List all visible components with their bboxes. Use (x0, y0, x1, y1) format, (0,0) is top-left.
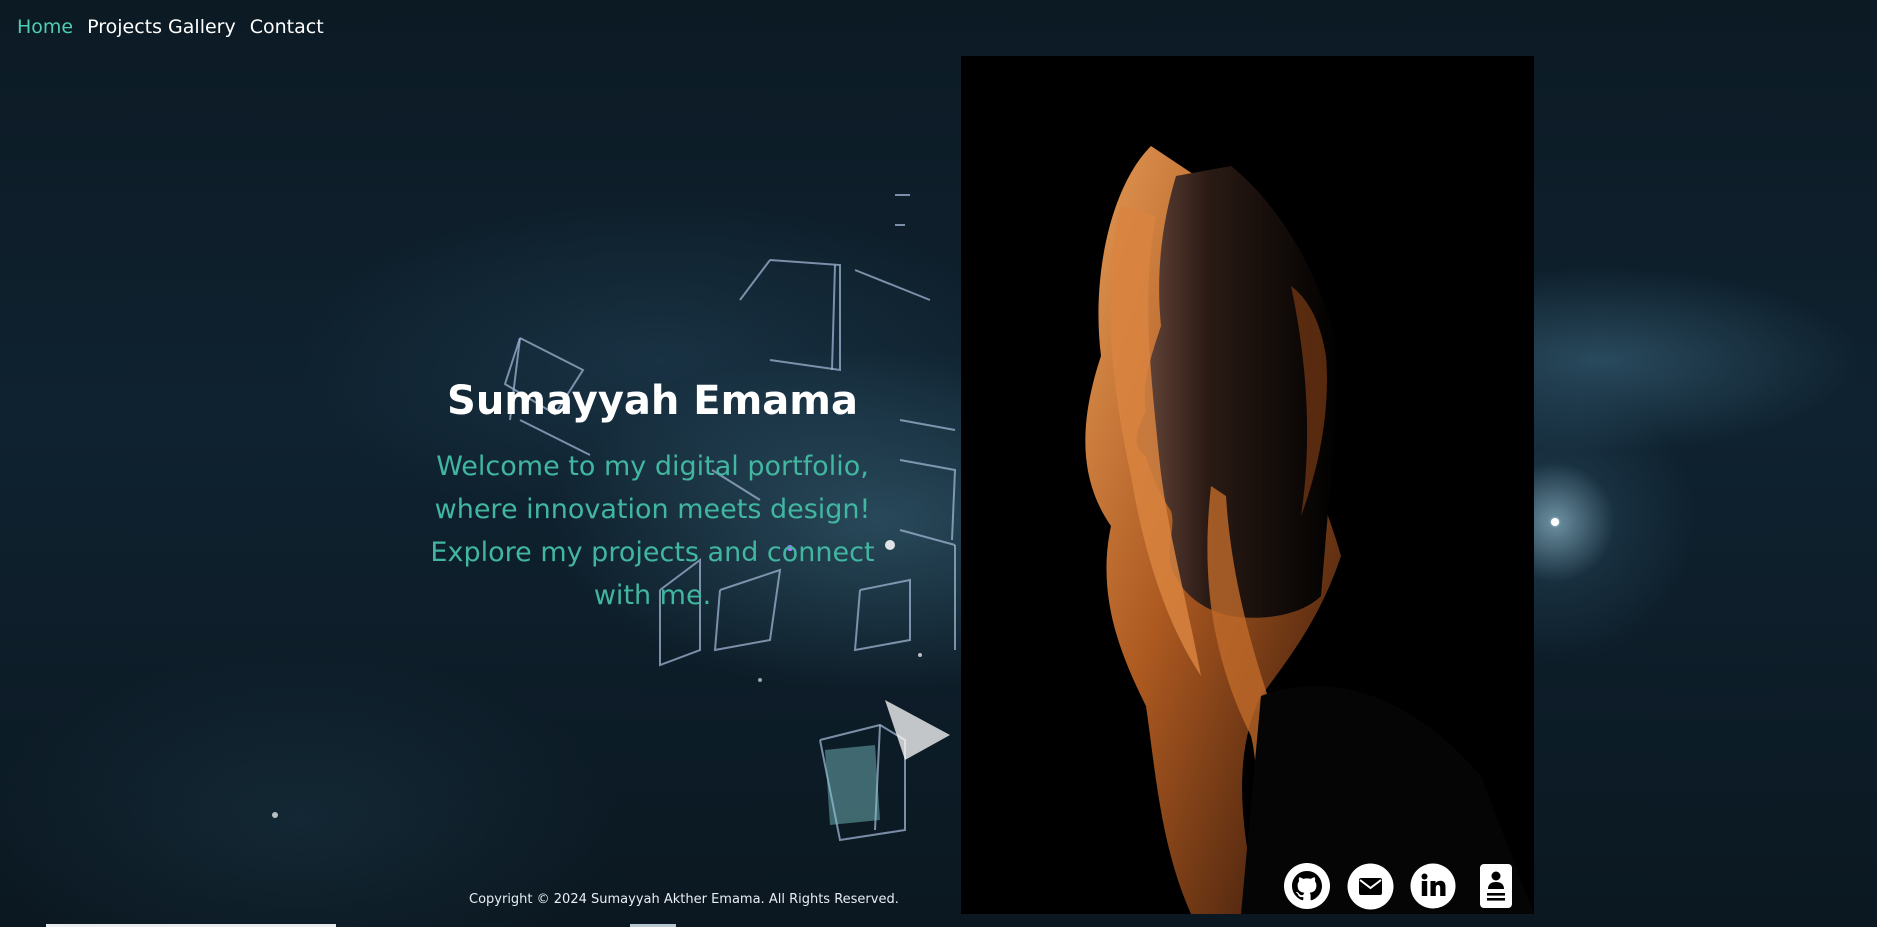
email-link[interactable] (1347, 863, 1394, 910)
background-art (272, 194, 1559, 842)
social-links (1283, 862, 1512, 910)
linkedin-icon (1410, 863, 1456, 909)
github-icon (1284, 863, 1330, 909)
mail-icon (1347, 863, 1394, 909)
hero-section: Sumayyah Emama Welcome to my digital por… (430, 373, 875, 617)
github-link[interactable] (1283, 862, 1331, 910)
top-nav: Home Projects Gallery Contact (17, 14, 324, 40)
resume-icon (1480, 864, 1512, 908)
nav-contact-link[interactable]: Contact (250, 14, 324, 40)
profile-portrait (961, 56, 1534, 914)
hero-name: Sumayyah Emama (447, 378, 858, 424)
footer-copyright: Copyright © 2024 Sumayyah Akther Emama. … (469, 892, 899, 907)
resume-link[interactable] (1480, 864, 1512, 908)
nav-home-link[interactable]: Home (17, 14, 73, 40)
nav-projects-gallery-link[interactable]: Projects Gallery (87, 14, 236, 40)
linkedin-link[interactable] (1410, 863, 1456, 909)
hero-tagline: Welcome to my digital portfolio, where i… (430, 451, 875, 611)
